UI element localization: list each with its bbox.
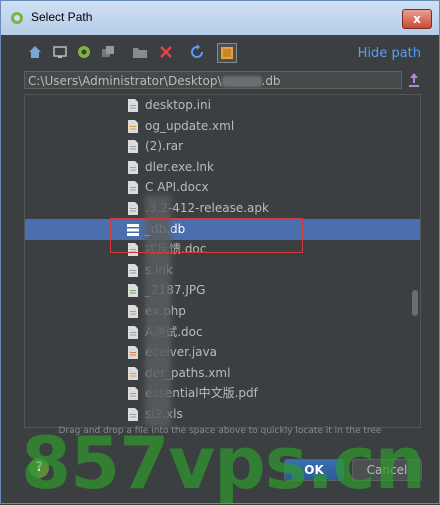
image-icon [128,284,138,298]
tree-row-label: (2).rar [145,139,184,154]
tree-row[interactable]: og_update.xml [25,116,420,137]
tree-row[interactable]: .3.2-412-release.apk [25,198,420,219]
tree-scrollbar[interactable] [412,290,418,316]
path-prefix: C:\Users\Administrator\Desktop\ [28,74,222,88]
tree-row[interactable]: C API.docx [25,177,420,198]
title-bar: Select Path x [1,1,439,35]
shortcut-icon [128,263,138,277]
tree-row[interactable]: dler.exe.lnk [25,157,420,178]
path-field[interactable]: C:\Users\Administrator\Desktop\ .db [24,71,402,89]
tree-row[interactable]: eceiver.java [25,342,420,363]
cancel-button[interactable]: Cancel [352,459,422,481]
tree-row[interactable]: A测试.doc [25,322,420,343]
file-icon [128,99,138,112]
document-icon [128,325,138,339]
tree-row[interactable]: _2187.JPG [25,280,420,301]
new-folder-icon[interactable] [131,43,149,61]
redacted-text [221,76,262,87]
path-suffix: .db [261,74,281,88]
path-history-icon[interactable] [407,71,421,89]
annotation-highlight-box [110,218,303,253]
close-button[interactable]: x [402,9,432,29]
tree-row[interactable]: ex.php [25,301,420,322]
tree-row-label: og_update.xml [145,118,235,133]
tree-row[interactable]: si2.xls [25,404,420,425]
toolbar: Hide path [1,39,439,67]
select-path-dialog: Select Path x Hide path C:\Users\Adminis… [0,0,440,505]
tree-row[interactable]: der_paths.xml [25,363,420,384]
tree-row[interactable]: (2).rar [25,136,420,157]
java-file-icon [128,346,138,360]
ok-button[interactable]: OK [284,459,344,481]
help-button[interactable]: ? [29,458,49,478]
shortcut-icon [128,160,138,174]
hide-path-link[interactable]: Hide path [358,46,421,61]
tree-row[interactable]: s.lnk [25,260,420,281]
android-studio-icon [11,12,23,24]
project-icon[interactable] [75,43,93,61]
xml-file-icon [128,366,138,380]
tree-row-label: desktop.ini [145,98,211,112]
drag-drop-hint: Drag and drop a file into the space abov… [58,426,382,436]
php-file-icon [128,305,138,318]
tree-row-label: dler.exe.lnk [145,159,214,174]
tree-row[interactable]: desktop.ini [25,95,420,116]
delete-icon[interactable] [157,43,175,61]
archive-icon [128,140,138,154]
spreadsheet-icon [128,408,138,421]
apk-icon [128,202,138,215]
desktop-icon[interactable] [51,43,69,61]
tree-row[interactable]: essential中文版.pdf [25,383,420,404]
show-hidden-files-icon[interactable] [217,43,237,63]
window-title: Select Path [31,10,93,24]
home-icon[interactable] [26,43,44,61]
file-tree[interactable]: si2.xlsessential中文版.pdfder_paths.xmlecei… [24,94,421,428]
document-icon [128,181,138,195]
refresh-icon[interactable] [188,43,206,61]
module-icon[interactable] [99,43,117,61]
pdf-icon [128,387,138,401]
xml-file-icon [128,119,138,133]
